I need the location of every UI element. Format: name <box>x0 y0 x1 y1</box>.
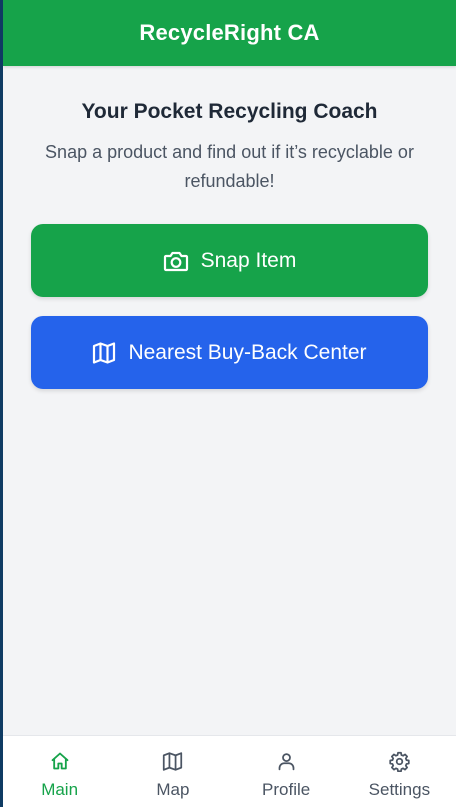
map-icon <box>92 341 116 365</box>
hero-subtitle: Snap a product and find out if it’s recy… <box>45 142 414 191</box>
nav-item-settings[interactable]: Settings <box>343 736 456 807</box>
home-icon <box>50 750 70 772</box>
bottom-nav: Main Map Profile Settings <box>3 735 456 807</box>
nav-label-settings: Settings <box>368 780 431 799</box>
main-content: Your Pocket Recycling Coach Snap a produ… <box>3 100 456 389</box>
camera-icon <box>163 249 189 273</box>
snap-item-label: Snap Item <box>200 248 297 272</box>
app-title: RecycleRight CA <box>139 20 320 45</box>
snap-item-button[interactable]: Snap Item <box>31 224 428 297</box>
nearest-buyback-label: Nearest Buy-Back Center <box>128 340 367 364</box>
app-frame: RecycleRight CA Your Pocket Recycling Co… <box>3 0 456 807</box>
nearest-buyback-button[interactable]: Nearest Buy-Back Center <box>31 316 428 389</box>
nav-item-main[interactable]: Main <box>3 736 116 807</box>
map-icon <box>162 750 183 772</box>
nav-label-profile: Profile <box>262 780 311 799</box>
nav-label-map: Map <box>156 780 190 799</box>
nav-item-map[interactable]: Map <box>116 736 229 807</box>
app-header: RecycleRight CA <box>3 0 456 66</box>
gear-icon <box>389 750 410 772</box>
nav-item-profile[interactable]: Profile <box>230 736 343 807</box>
user-icon <box>276 750 297 772</box>
nav-label-main: Main <box>41 780 79 799</box>
hero-title: Your Pocket Recycling Coach <box>81 100 378 123</box>
